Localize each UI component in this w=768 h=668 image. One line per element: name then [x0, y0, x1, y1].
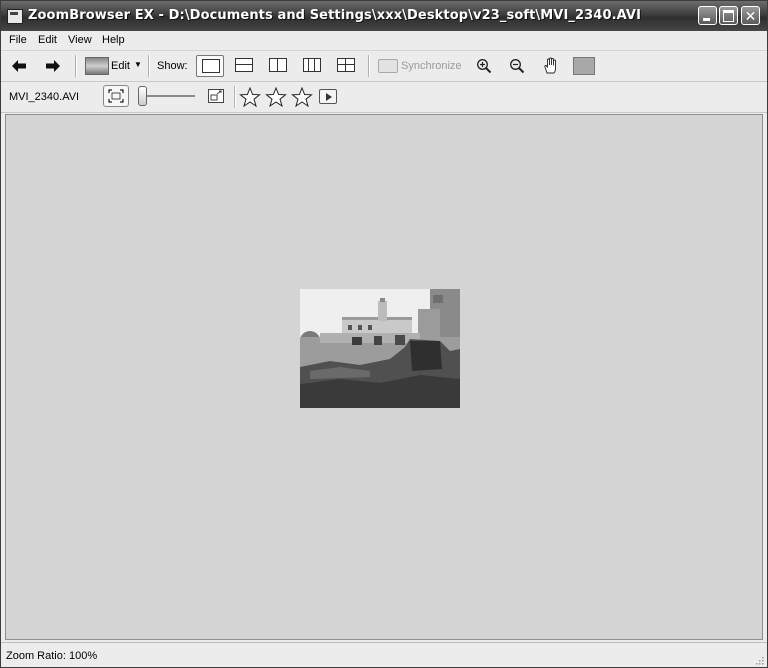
zoom-slider-track[interactable]: [143, 95, 195, 97]
window-title: ZoomBrowser EX - D:\Documents and Settin…: [28, 8, 642, 23]
video-thumbnail[interactable]: [300, 289, 460, 408]
menu-bar: File Edit View Help: [1, 31, 767, 51]
layout-two-vertical-button[interactable]: [264, 55, 292, 77]
background-color-icon[interactable]: [573, 57, 595, 75]
fit-to-window-icon: [108, 89, 124, 103]
ruins-photo: [300, 289, 460, 408]
resize-grip-icon[interactable]: [754, 655, 764, 665]
file-name-label: MVI_2340.AVI: [9, 91, 80, 103]
synchronize-icon: [378, 59, 398, 73]
image-viewer-area[interactable]: [5, 114, 763, 640]
zoom-ratio-text: Zoom Ratio: 100%: [6, 650, 98, 662]
synchronize-button[interactable]: Synchronize: [401, 60, 462, 72]
close-button[interactable]: ✕: [741, 6, 760, 25]
play-icon[interactable]: [319, 89, 337, 104]
status-bar: Zoom Ratio: 100%: [1, 642, 767, 667]
toolbar-separator: [75, 55, 77, 77]
main-toolbar: Edit ▼ Show: Synchronize: [1, 51, 767, 82]
chevron-down-icon[interactable]: ▼: [134, 60, 142, 69]
minimize-button[interactable]: [698, 6, 717, 25]
layout-four-grid-icon: [337, 58, 355, 72]
app-window: ZoomBrowser EX - D:\Documents and Settin…: [0, 0, 768, 668]
layout-three-vertical-icon: [303, 58, 321, 72]
menu-edit[interactable]: Edit: [38, 34, 57, 46]
zoom-slider-thumb[interactable]: [138, 86, 147, 106]
star-icon[interactable]: [291, 86, 313, 108]
show-label: Show:: [157, 60, 188, 72]
layout-two-horizontal-icon: [235, 58, 253, 72]
menu-view[interactable]: View: [68, 34, 92, 46]
layout-single-button[interactable]: [196, 55, 224, 77]
title-bar[interactable]: ZoomBrowser EX - D:\Documents and Settin…: [1, 1, 767, 31]
zoom-in-icon[interactable]: [476, 58, 492, 74]
menu-file[interactable]: File: [9, 34, 27, 46]
star-icon[interactable]: [265, 86, 287, 108]
app-icon[interactable]: [7, 9, 23, 24]
toolbar-separator: [368, 55, 370, 77]
forward-arrow-icon[interactable]: [45, 59, 61, 73]
layout-single-icon: [202, 59, 220, 73]
edit-image-icon[interactable]: [85, 57, 109, 75]
restore-size-icon[interactable]: [208, 89, 224, 103]
layout-two-horizontal-button[interactable]: [230, 55, 258, 77]
star-icon[interactable]: [239, 86, 261, 108]
viewer-toolbar: MVI_2340.AVI: [1, 82, 767, 113]
back-arrow-icon[interactable]: [11, 59, 27, 73]
zoom-out-icon[interactable]: [509, 58, 525, 74]
edit-dropdown-label[interactable]: Edit: [111, 60, 130, 72]
fit-to-window-button[interactable]: [103, 85, 129, 107]
maximize-button[interactable]: [719, 6, 738, 25]
layout-three-vertical-button[interactable]: [298, 55, 326, 77]
menu-help[interactable]: Help: [102, 34, 125, 46]
layout-two-vertical-icon: [269, 58, 287, 72]
toolbar-separator: [148, 55, 150, 77]
hand-pan-icon[interactable]: [542, 57, 560, 75]
toolbar-separator: [234, 86, 236, 108]
layout-four-grid-button[interactable]: [332, 55, 360, 77]
